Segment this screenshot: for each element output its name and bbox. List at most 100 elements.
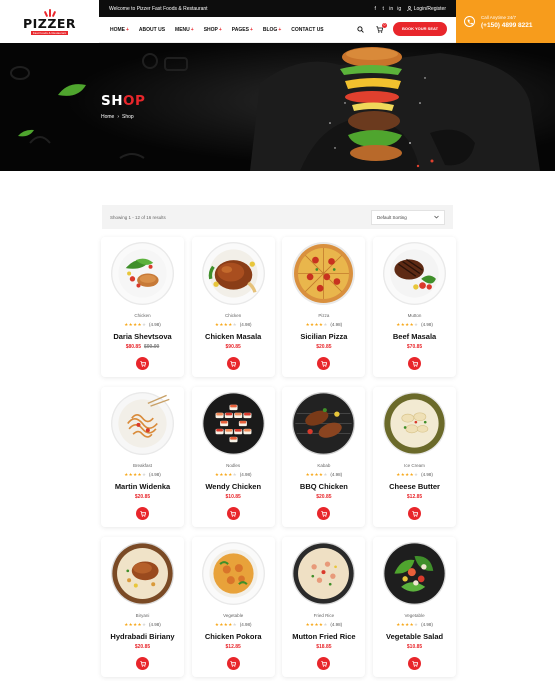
logo[interactable]: PIZZER Fast Foods & Restaurant [0,0,99,43]
product-rating: ★ ★ ★ ★ ★ (4.98) [373,622,456,627]
star-icon: ★ [219,622,224,627]
product-card[interactable]: Vegetable ★ ★ ★ ★ ★ (4.98) Chicken Pokora $12.85 [191,537,275,677]
product-image[interactable] [290,240,357,307]
add-to-cart-button[interactable] [408,657,422,670]
nav-item-shop[interactable]: SHOP+ [204,27,222,33]
product-card[interactable]: Chicken ★ ★ ★ ★ ★ (4.98) Daria Shevtsova $80.85 $… [101,237,184,377]
login-label: Login/Register [413,5,446,12]
product-name[interactable]: Vegetable Salad [373,632,456,641]
add-to-cart-button[interactable] [136,357,149,370]
cart-icon [411,360,418,367]
star-icon: ★ [400,322,405,327]
facebook-icon[interactable]: f [373,6,378,12]
page-banner: SHOP Home › Shop [0,43,555,171]
cart-icon [230,360,237,367]
book-seat-button[interactable]: BOOK YOUR SEAT [393,22,447,36]
add-to-cart-button[interactable] [136,657,149,670]
login-link[interactable]: Login/Register [406,5,446,12]
product-image[interactable] [290,540,357,607]
sort-selected: Default Sorting [377,214,407,220]
instagram-icon[interactable]: ig [397,6,402,12]
star-icon: ★ [310,472,315,477]
product-name[interactable]: Hydrabadi Biriany [101,632,184,641]
product-category: Biryani [135,613,150,618]
product-card[interactable]: Pizza ★ ★ ★ ★ ★ (4.98) Sicilian Pizza $20.85 [282,237,366,377]
product-price: $20.85 [316,344,332,350]
breadcrumb-home[interactable]: Home [101,114,114,120]
product-rating: ★ ★ ★ ★ ★ (4.98) [282,472,365,477]
topbar-links: f t in ig Login/Register [373,6,446,12]
star-icon: ★ [232,622,237,627]
product-card[interactable]: Breakfast ★ ★ ★ ★ ★ (4.98) Martin Widenka $20.85 [101,387,184,527]
product-name[interactable]: Sicilian Pizza [282,332,365,341]
add-to-cart-button[interactable] [317,507,331,520]
product-card[interactable]: Mutton ★ ★ ★ ★ ★ (4.98) Beef Masala $70.85 [373,237,457,377]
add-to-cart-button[interactable] [226,657,240,670]
chevron-down-icon [434,215,439,219]
product-price: $20.85 [134,494,151,500]
product-prices: $70.85 [373,344,456,350]
plus-icon: + [249,26,253,33]
product-name[interactable]: Martin Widenka [101,482,184,491]
nav-item-label: CONTACT US [291,26,324,33]
nav-item-contact-us[interactable]: CONTACT US [291,27,323,33]
product-image[interactable] [109,390,176,457]
product-name[interactable]: BBQ Chicken [282,482,365,491]
product-image[interactable] [200,540,267,607]
product-card[interactable]: Biryani ★ ★ ★ ★ ★ (4.98) Hydrabadi Biriany $20.8… [101,537,184,677]
add-to-cart-button[interactable] [408,507,422,520]
product-image[interactable] [109,540,176,607]
nav-item-home[interactable]: HOME+ [110,27,129,33]
product-image[interactable] [381,540,448,607]
product-card[interactable]: Kabab ★ ★ ★ ★ ★ (4.98) BBQ Chicken $20.85 [282,387,366,527]
product-image[interactable] [290,390,357,457]
search-icon[interactable] [357,26,364,33]
rating-value: (4.98) [239,622,252,627]
nav-item-pages[interactable]: PAGES+ [232,27,253,33]
nav-item-menu[interactable]: MENU+ [175,27,194,33]
product-name[interactable]: Daria Shevtsova [101,332,184,341]
product-name[interactable]: Chicken Masala [192,332,275,341]
cart-icon [411,660,418,667]
product-name[interactable]: Chicken Pokora [192,632,275,641]
product-card[interactable]: Chicken ★ ★ ★ ★ ★ (4.98) Chicken Masala $90.85 [191,237,275,377]
twitter-icon[interactable]: t [381,6,386,12]
add-to-cart-button[interactable] [408,357,422,370]
rating-value: (4.98) [330,472,343,477]
product-prices: $20.85 [101,644,184,650]
product-image[interactable] [200,240,267,307]
sort-dropdown[interactable]: Default Sorting [371,209,445,225]
rating-stars: ★ ★ ★ ★ ★ [124,322,146,327]
product-card[interactable]: Fried Rice ★ ★ ★ ★ ★ (4.98) Mutton Fried Rice $1… [282,537,366,677]
add-to-cart-button[interactable] [226,357,240,370]
product-card[interactable]: Nodles ★ ★ ★ ★ ★ (4.98) Wendy Chicken $10.85 [191,387,275,527]
contact-box[interactable]: Call Anytime 24/7 (+150) 4899 8221 [456,0,555,43]
product-card[interactable]: Vegetable ★ ★ ★ ★ ★ (4.98) Vegetable Salad $10.8… [373,537,457,677]
product-image[interactable] [109,240,176,307]
linkedin-icon[interactable]: in [389,6,394,12]
add-to-cart-button[interactable] [136,507,149,520]
star-icon: ★ [305,622,310,627]
product-rating: ★ ★ ★ ★ ★ (4.98) [192,322,275,327]
product-category: Chicken [225,313,242,318]
product-name[interactable]: Wendy Chicken [192,482,275,491]
add-to-cart-button[interactable] [317,657,331,670]
product-image[interactable] [381,240,448,307]
add-to-cart-button[interactable] [317,357,331,370]
logo-fork-icon [43,8,57,17]
product-prices: $80.85 $99.99 [101,344,184,350]
star-icon: ★ [405,322,410,327]
product-prices: $12.85 [373,494,456,500]
rating-stars: ★ ★ ★ ★ ★ [306,472,328,477]
product-name[interactable]: Cheese Butter [373,482,456,491]
add-to-cart-button[interactable] [226,507,240,520]
star-icon: ★ [141,622,147,627]
product-image[interactable] [381,390,448,457]
cart-icon [321,510,327,517]
product-image[interactable] [200,390,267,457]
product-card[interactable]: Ice Cream ★ ★ ★ ★ ★ (4.98) Cheese Butter $12.85 [373,387,457,527]
nav-item-blog[interactable]: BLOG+ [263,27,281,33]
product-name[interactable]: Beef Masala [373,332,456,341]
nav-item-about-us[interactable]: ABOUT US [139,27,165,33]
product-name[interactable]: Mutton Fried Rice [282,632,365,641]
